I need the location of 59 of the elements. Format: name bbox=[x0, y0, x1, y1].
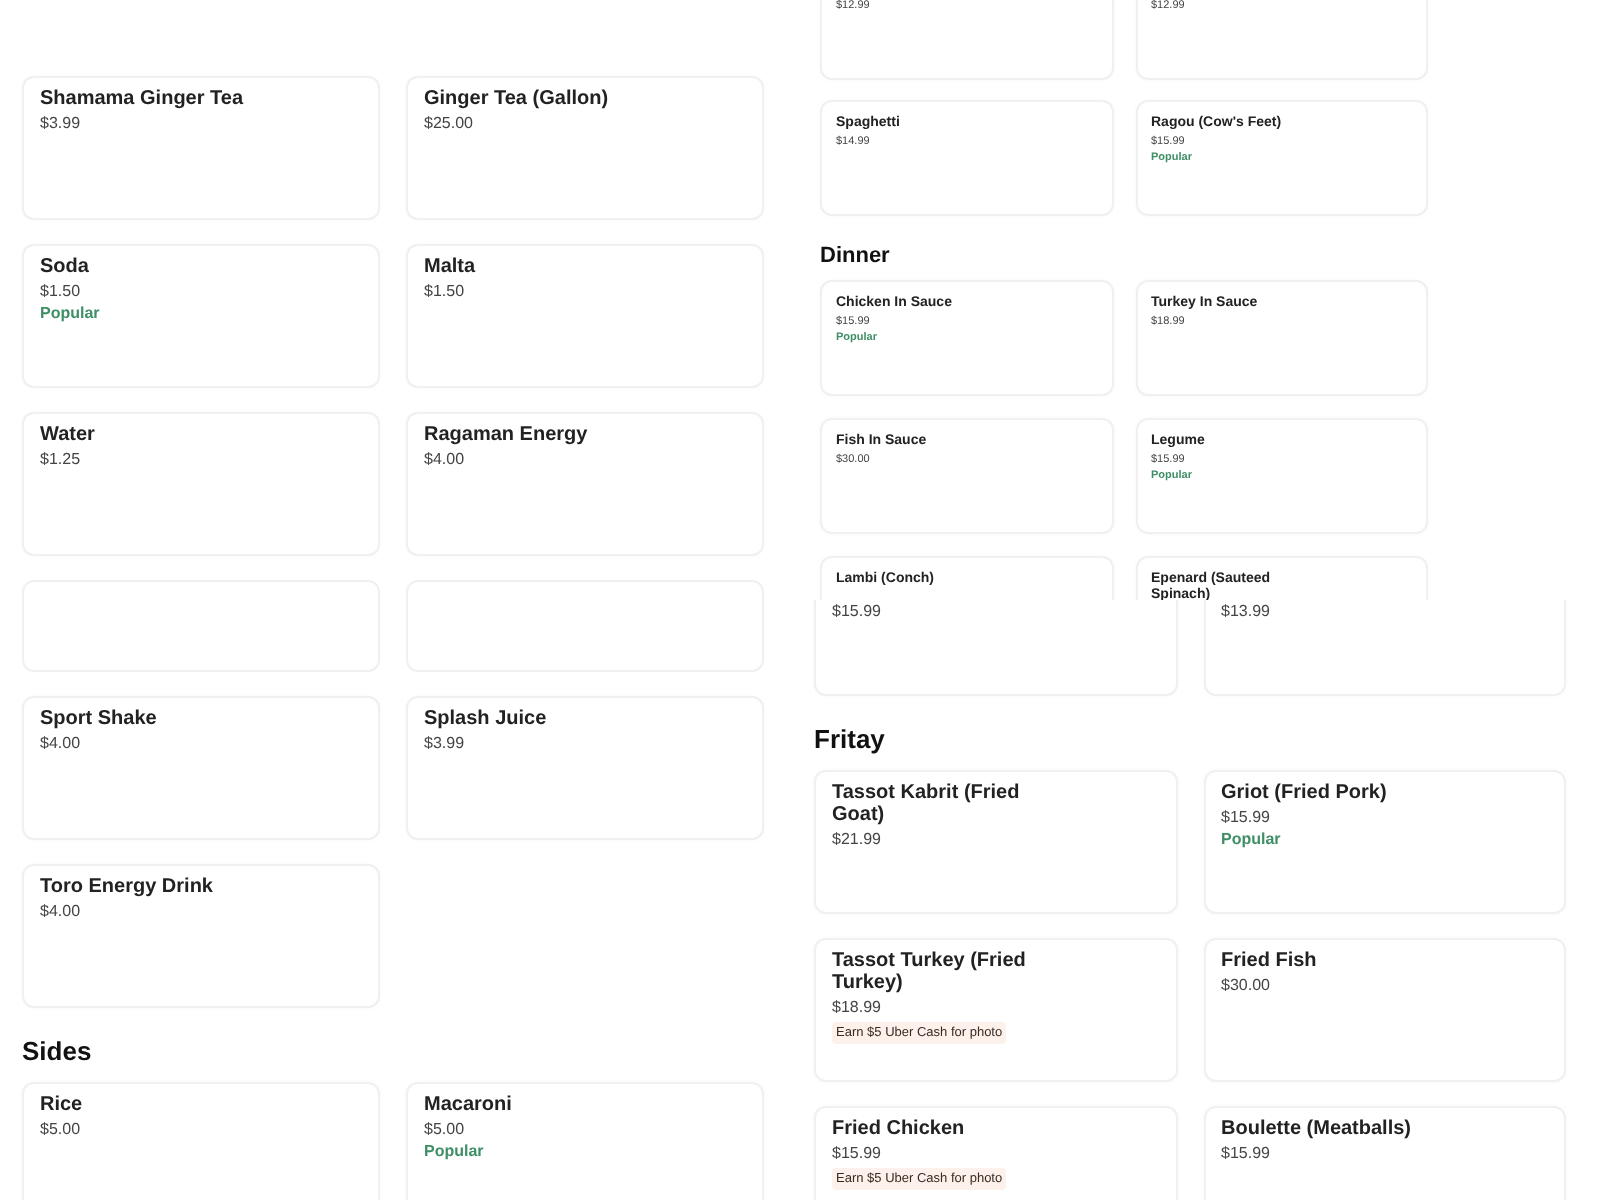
item-price: $15.99 bbox=[832, 602, 881, 620]
menu-item-card[interactable]: Ginger Tea (Gallon) $25.00 bbox=[406, 76, 764, 220]
section-heading: Sides bbox=[22, 1036, 94, 1066]
item-name: Ragaman Energy bbox=[424, 424, 588, 446]
item-price: $5.00 bbox=[424, 1120, 465, 1138]
item-name: Griot (Fried Pork) bbox=[1221, 782, 1387, 804]
menu-item-card[interactable]: Macaroni $5.00 Popular bbox=[406, 1082, 764, 1200]
menu-item-card[interactable]: Rice $5.00 bbox=[22, 1082, 380, 1200]
menu-item-card[interactable]: Toro Energy Drink $4.00 bbox=[22, 864, 380, 1008]
item-name: Rice bbox=[40, 1094, 83, 1116]
menu-item-card[interactable]: Sport Shake $4.00 bbox=[22, 696, 380, 840]
item-name: Shamama Ginger Tea bbox=[40, 88, 244, 110]
menu-item-card[interactable]: Soda $1.50 Popular bbox=[22, 244, 380, 388]
menu-item-card[interactable]: Tassot Kabrit (Fried Goat) $21.99 bbox=[814, 770, 1177, 914]
item-price: $3.99 bbox=[424, 734, 465, 752]
section-heading: Fritay bbox=[814, 724, 887, 754]
item-price: $1.50 bbox=[40, 282, 81, 300]
menu-item-card[interactable]: $13.99 bbox=[1203, 600, 1566, 696]
item-price: $13.99 bbox=[1221, 602, 1270, 620]
popular-label: Popular bbox=[40, 304, 100, 322]
menu-item-card[interactable]: $15.99 bbox=[814, 600, 1177, 696]
item-name: Ginger Tea (Gallon) bbox=[424, 88, 609, 110]
item-name: Fried Chicken bbox=[832, 1118, 965, 1140]
item-name: Malta bbox=[424, 256, 476, 278]
item-price: $15.99 bbox=[832, 1144, 881, 1162]
item-name: Splash Juice bbox=[424, 708, 547, 730]
item-name: Tassot Turkey (Fried Turkey) bbox=[832, 950, 1028, 994]
menu-item-card[interactable]: Water $1.25 bbox=[22, 412, 380, 556]
item-price: $1.50 bbox=[424, 282, 465, 300]
menu-item-card[interactable]: Splash Juice $3.99 bbox=[406, 696, 764, 840]
item-price: $21.99 bbox=[832, 830, 881, 848]
menu-item-card[interactable]: Griot (Fried Pork) $15.99 Popular bbox=[1203, 770, 1566, 914]
item-price: $25.00 bbox=[424, 114, 473, 132]
item-name: Tassot Kabrit (Fried Goat) bbox=[832, 782, 1022, 826]
menu-item-card[interactable]: Ragaman Energy $4.00 bbox=[406, 412, 764, 556]
item-price: $15.99 bbox=[1221, 808, 1270, 826]
item-price: $15.99 bbox=[1221, 1144, 1270, 1162]
item-price: $4.00 bbox=[424, 450, 465, 468]
item-name: Macaroni bbox=[424, 1094, 512, 1116]
item-name: Toro Energy Drink bbox=[40, 876, 213, 898]
item-price: $4.00 bbox=[40, 734, 81, 752]
item-name: Water bbox=[40, 424, 95, 446]
item-price: $5.00 bbox=[40, 1120, 81, 1138]
item-name: Fried Fish bbox=[1221, 950, 1317, 972]
item-price: $4.00 bbox=[40, 902, 81, 920]
section-heading: Dinner bbox=[820, 244, 892, 268]
item-name: Soda bbox=[40, 256, 89, 278]
menu-item-card[interactable]: Shamama Ginger Tea $3.99 bbox=[22, 76, 380, 220]
menu-item-card[interactable]: Boulette (Meatballs) $15.99 bbox=[1203, 1106, 1566, 1200]
item-price: $30.00 bbox=[1221, 976, 1270, 994]
item-price: $3.99 bbox=[40, 114, 81, 132]
item-price: $18.99 bbox=[832, 998, 881, 1016]
item-price: $1.25 bbox=[40, 450, 81, 468]
item-name: Boulette (Meatballs) bbox=[1221, 1118, 1412, 1140]
menu-item-card[interactable]: Fried Fish $30.00 bbox=[1203, 938, 1566, 1082]
popular-label: Popular bbox=[424, 1142, 484, 1160]
item-name: Sport Shake bbox=[40, 708, 157, 730]
popular-label: Popular bbox=[1221, 830, 1281, 848]
menu-item-card[interactable]: Malta $1.50 bbox=[406, 244, 764, 388]
